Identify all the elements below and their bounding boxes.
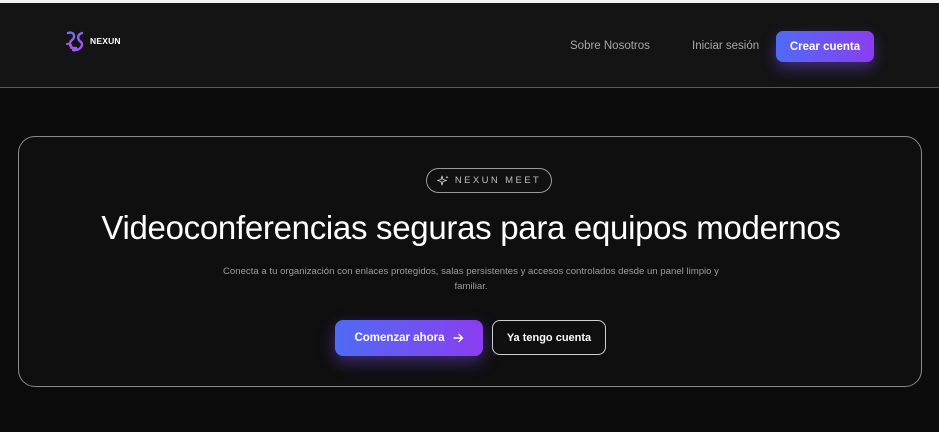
site-header: NEXUN Sobre Nosotros Iniciar sesión Crea… bbox=[0, 3, 939, 88]
landing-page: NEXUN Sobre Nosotros Iniciar sesión Crea… bbox=[0, 0, 939, 432]
brand-logo[interactable]: NEXUN bbox=[64, 29, 121, 53]
hero-card: NEXUN MEET Videoconferencias seguras par… bbox=[18, 136, 922, 387]
get-started-button[interactable]: Comenzar ahora bbox=[335, 320, 483, 356]
hero-subtitle: Conecta a tu organización con enlaces pr… bbox=[223, 266, 719, 292]
get-started-label: Comenzar ahora bbox=[354, 332, 445, 344]
hero-title: Videoconferencias seguras para equipos m… bbox=[101, 209, 841, 246]
arrow-right-icon bbox=[452, 333, 464, 343]
badge-label: NEXUN MEET bbox=[454, 175, 542, 186]
have-account-button[interactable]: Ya tengo cuenta bbox=[492, 320, 606, 355]
brand-name: NEXUN bbox=[90, 36, 121, 46]
nexun-logo-icon bbox=[64, 29, 86, 53]
product-badge: NEXUN MEET bbox=[426, 168, 552, 193]
nav-link-login[interactable]: Iniciar sesión bbox=[692, 40, 759, 52]
nav-link-about[interactable]: Sobre Nosotros bbox=[570, 40, 650, 52]
sparkles-icon bbox=[436, 175, 449, 187]
create-account-button[interactable]: Crear cuenta bbox=[776, 31, 874, 62]
